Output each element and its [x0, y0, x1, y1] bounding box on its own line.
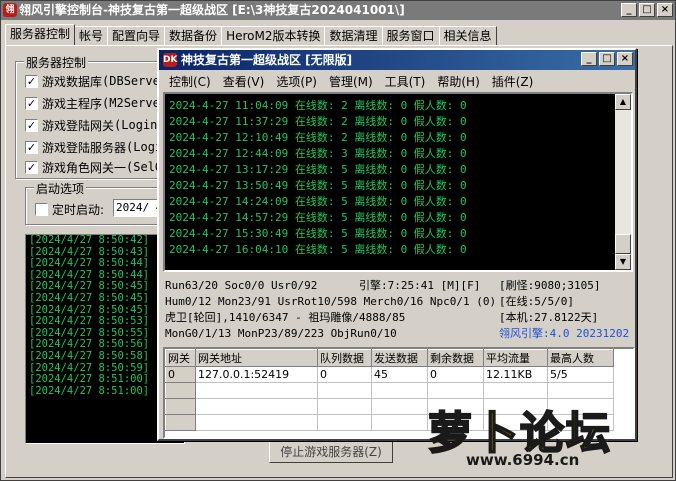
console-line: 2024-4-27 14:24:09 在线数: 5 离线数: 0 假人数: 0 [169, 195, 467, 208]
tab-data-cleanup[interactable]: 数据清理 [324, 26, 383, 45]
checkbox-label: 游戏角色网关一 [42, 160, 127, 175]
scroll-up-icon[interactable]: ▲ [615, 94, 631, 110]
col-queue-data[interactable]: 队列数据 [317, 349, 372, 367]
table-header-row: 网关 网关地址 队列数据 发送数据 剩余数据 平均流量 最高人数 [165, 349, 614, 367]
checkbox-label: 游戏登陆服务器 [42, 140, 127, 155]
menu-options[interactable]: 选项(P) [270, 72, 323, 92]
dk-app-icon: DK [163, 53, 178, 67]
col-max-players[interactable]: 最高人数 [547, 349, 614, 367]
checkbox-label: 游戏主程序 [42, 96, 103, 111]
check-icon[interactable]: ✓ [25, 96, 38, 110]
game-server-title: 神技复古第一超级战区 [无限版] [181, 53, 353, 67]
console-scrollbar[interactable]: ▲ ▼ [615, 94, 631, 270]
menu-plugins[interactable]: 插件(Z) [486, 72, 540, 92]
menu-control[interactable]: 控制(C) [163, 72, 217, 92]
tab-data-backup[interactable]: 数据备份 [164, 26, 223, 45]
minimize-button[interactable]: _ [621, 3, 637, 17]
col-send-data[interactable]: 发送数据 [371, 349, 428, 367]
check-icon[interactable]: ✓ [25, 160, 38, 174]
checkbox-m2-server[interactable]: ✓ 游戏主程序 (M2Server [25, 95, 167, 111]
menu-bar: 控制(C) 查看(V) 选项(P) 管理(M) 工具(T) 帮助(H) 插件(Z… [163, 72, 539, 92]
console-line: 2024-4-27 13:17:29 在线数: 5 离线数: 0 假人数: 0 [169, 163, 467, 176]
menu-manage[interactable]: 管理(M) [323, 72, 379, 92]
menu-view[interactable]: 查看(V) [217, 72, 271, 92]
status-run: Run63/20 Soc0/0 Usr0/92 [165, 279, 318, 292]
col-avg-traffic[interactable]: 平均流量 [483, 349, 548, 367]
checkbox-select-gate[interactable]: ✓ 游戏角色网关一 (SelG [25, 159, 162, 175]
checkbox-label: 游戏登陆网关 [42, 118, 115, 133]
tab-config-wizard[interactable]: 配置向导 [107, 26, 166, 45]
tab-account[interactable]: 帐号 [74, 26, 109, 45]
check-icon[interactable]: ✓ [25, 74, 38, 88]
online-stats-console: 2024-4-27 11:04:09 在线数: 2 离线数: 0 假人数: 0 … [163, 92, 633, 272]
engine-time: 引擎:7:25:41 [M][F] [359, 279, 481, 292]
console-line: 2024-4-27 11:37:29 在线数: 2 离线数: 0 假人数: 0 [169, 115, 467, 128]
stop-server-button[interactable]: 停止游戏服务器(Z) [269, 441, 393, 463]
refresh-monsters: [刷怪:9080;3105] [499, 279, 601, 292]
engine-version: 翎风引擎:4.0 20231202 [499, 327, 630, 340]
console-line: 2024-4-27 14:57:29 在线数: 5 离线数: 0 假人数: 0 [169, 211, 467, 224]
checkbox-login-gate[interactable]: ✓ 游戏登陆网关 (LoginG [25, 117, 165, 133]
cell-avg: 12.11KB [483, 366, 548, 383]
server-control-group-label: 服务器控制 [24, 54, 89, 71]
tab-bar: 服务器控制 帐号 配置向导 数据备份 HeroM2版本转换 数据清理 服务窗口 … [5, 24, 497, 46]
console-line: 2024-4-27 16:04:10 在线数: 5 离线数: 0 假人数: 0 [169, 243, 467, 256]
cell-max: 5/5 [547, 366, 614, 383]
tab-service-window[interactable]: 服务窗口 [381, 26, 440, 45]
startup-options-label: 启动选项 [34, 180, 87, 197]
scroll-thumb[interactable] [615, 234, 631, 254]
checkbox-login-server[interactable]: ✓ 游戏登陆服务器 (Logi [25, 139, 162, 155]
status-mon: MonG0/1/13 MonP23/89/223 ObjRun0/10 [165, 327, 397, 340]
tab-herom2-convert[interactable]: HeroM2版本转换 [221, 26, 326, 45]
console-line: 2024-4-27 12:44:09 在线数: 3 离线数: 0 假人数: 0 [169, 147, 467, 160]
tab-related-info[interactable]: 相关信息 [438, 26, 497, 45]
window-titlebar[interactable]: 翎 翎风引擎控制台-神技复古第一超级战区 [E:\3神技复古2024041001… [1, 1, 675, 20]
game-server-titlebar[interactable]: DK 神技复古第一超级战区 [无限版] _ □ × [159, 50, 635, 70]
col-remaining-data[interactable]: 剩余数据 [427, 349, 484, 367]
watermark-url: www.6994.cn [466, 451, 580, 469]
maximize-button[interactable]: □ [639, 3, 655, 17]
check-icon[interactable]: ✓ [25, 140, 38, 154]
status-boss: 虎卫[轮回],1410/6347 - 祖玛雕像/4888/85 [165, 311, 406, 324]
cell-address: 127.0.0.1:52419 [195, 366, 318, 383]
game-server-window: DK 神技复古第一超级战区 [无限版] _ □ × 控制(C) 查看(V) 选项… [157, 48, 637, 441]
checkbox-box[interactable] [35, 202, 48, 216]
tab-server-control[interactable]: 服务器控制 [5, 24, 76, 45]
console-line: 2024-4-27 13:50:49 在线数: 5 离线数: 0 假人数: 0 [169, 179, 467, 192]
status-hum: Hum0/12 Mon23/91 UsrRot10/598 Merch0/16 … [165, 295, 497, 308]
cell-queue: 0 [317, 366, 372, 383]
checkbox-db-server[interactable]: ✓ 游戏数据库 (DBServer [25, 73, 167, 89]
online-count: [在线:5/5/0] [499, 295, 574, 308]
cell-send: 45 [371, 366, 428, 383]
table-row[interactable]: 0 127.0.0.1:52419 0 45 0 12.11KB 5/5 [165, 366, 614, 383]
menu-help[interactable]: 帮助(H) [431, 72, 485, 92]
close-button[interactable]: × [657, 3, 673, 17]
console-line: 2024-4-27 15:30:49 在线数: 5 离线数: 0 假人数: 0 [169, 227, 467, 240]
console-line: 2024-4-27 12:10:49 在线数: 2 离线数: 0 假人数: 0 [169, 131, 467, 144]
cell-gateway: 0 [165, 366, 196, 383]
check-icon[interactable]: ✓ [25, 118, 38, 132]
console-line: 2024-4-27 11:04:09 在线数: 2 离线数: 0 假人数: 0 [169, 99, 467, 112]
checkbox-label: 定时启动: [52, 202, 105, 217]
col-gateway-address[interactable]: 网关地址 [195, 349, 318, 367]
minimize-button[interactable]: _ [581, 52, 597, 66]
uptime: [本机:27.8122天] [499, 311, 599, 324]
maximize-button[interactable]: □ [599, 52, 615, 66]
checkbox-timed-start[interactable]: 定时启动: [35, 201, 104, 217]
checkbox-label: 游戏数据库 [42, 74, 103, 89]
forum-watermark: 萝卜论坛 www.6994.cn [420, 397, 670, 477]
app-icon: 翎 [3, 3, 17, 17]
cell-remaining: 0 [427, 366, 484, 383]
col-gateway[interactable]: 网关 [165, 349, 196, 367]
menu-tools[interactable]: 工具(T) [379, 72, 432, 92]
scroll-down-icon[interactable]: ▼ [615, 254, 631, 270]
window-title: 翎风引擎控制台-神技复古第一超级战区 [E:\3神技复古2024041001\] [19, 3, 405, 17]
close-button[interactable]: × [617, 52, 633, 66]
